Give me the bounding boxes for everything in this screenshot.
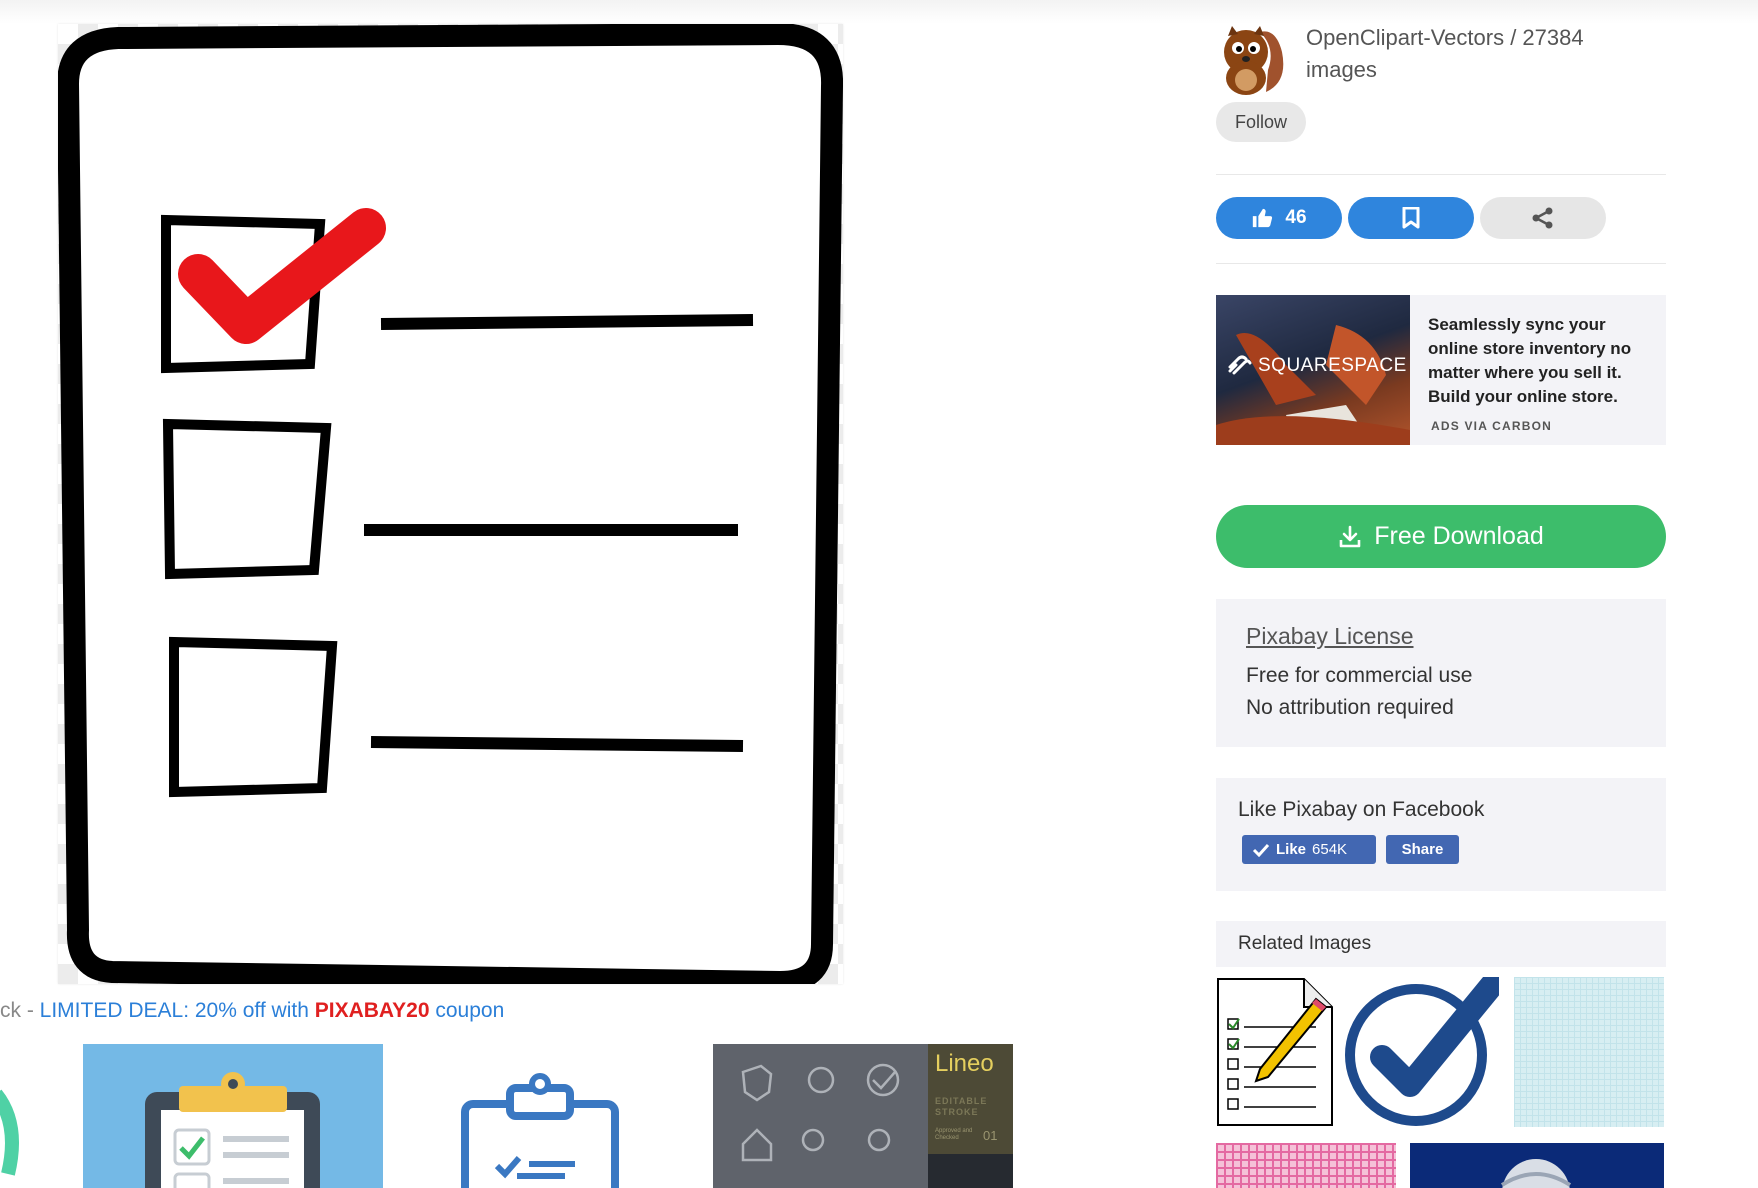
promo-prefix: ck - — [0, 999, 40, 1022]
globe-icon — [1500, 1159, 1572, 1188]
checklist-illustration — [58, 24, 843, 984]
facebook-box: Like Pixabay on Facebook Like 654K Share — [1216, 778, 1666, 891]
ad-brand-name: SQUARESPACE — [1258, 355, 1407, 376]
license-box: Pixabay License Free for commercial use … — [1216, 599, 1666, 747]
page: ck - LIMITED DEAL: 20% off with PIXABAY2… — [0, 0, 1758, 1188]
promo-deal-text[interactable]: LIMITED DEAL: 20% off with — [40, 999, 315, 1022]
author-avatar[interactable] — [1216, 22, 1288, 96]
author-name[interactable]: OpenClipart-Vectors / 27384 images — [1306, 22, 1646, 86]
facebook-share-button[interactable]: Share — [1386, 835, 1459, 864]
bookmark-icon — [1402, 207, 1420, 229]
divider — [1216, 174, 1666, 175]
share-button[interactable] — [1480, 197, 1606, 239]
license-link[interactable]: Pixabay License — [1246, 623, 1414, 650]
bookmark-button[interactable] — [1348, 197, 1474, 239]
license-line-attribution: No attribution required — [1246, 696, 1454, 719]
lineo-caption: EDITABLE STROKE — [935, 1096, 988, 1117]
promo-suffix[interactable]: coupon — [430, 999, 504, 1022]
like-button[interactable]: 46 — [1216, 197, 1342, 239]
sponsored-thumb-partial[interactable] — [0, 1044, 30, 1188]
free-download-button[interactable]: Free Download — [1216, 505, 1666, 568]
like-count: 46 — [1285, 207, 1307, 228]
leaf-icon — [0, 1089, 19, 1176]
download-label: Free Download — [1374, 522, 1544, 550]
download-icon — [1339, 525, 1361, 547]
facebook-like-button[interactable]: Like 654K — [1242, 835, 1376, 864]
related-thumb-pink-gingham[interactable] — [1216, 1143, 1396, 1188]
ad-via-carbon[interactable]: ADS VIA CARBON — [1431, 419, 1552, 433]
lineo-num: 01 — [983, 1128, 998, 1143]
sponsored-thumb-clipboard-flat[interactable] — [83, 1044, 383, 1188]
thumbs-up-icon — [1253, 208, 1273, 228]
ad-image[interactable]: SQUARESPACE — [1216, 295, 1410, 445]
lineo-sub: Approved and Checked — [935, 1128, 973, 1141]
facebook-title: Like Pixabay on Facebook — [1238, 798, 1485, 821]
checkmark-icon — [1252, 843, 1270, 857]
checklist-pencil-icon — [1217, 978, 1333, 1126]
sponsored-thumb-lineo[interactable]: Lineo EDITABLE STROKE Approved and Check… — [713, 1044, 1013, 1188]
clipboard-outline-icon — [461, 1073, 619, 1188]
facebook-like-count: 654K — [1312, 841, 1348, 858]
related-thumb-checklist-pencil[interactable] — [1216, 977, 1334, 1127]
ad-text[interactable]: Seamlessly sync your online store invent… — [1428, 313, 1650, 409]
divider — [1216, 263, 1666, 264]
related-thumb-blue-grid[interactable] — [1514, 977, 1664, 1127]
promo-banner[interactable]: ck - LIMITED DEAL: 20% off with PIXABAY2… — [0, 999, 504, 1023]
related-thumb-blue-globe[interactable] — [1410, 1143, 1664, 1188]
related-images-title: Related Images — [1238, 933, 1372, 954]
license-line-commercial: Free for commercial use — [1246, 664, 1473, 687]
share-icon — [1532, 207, 1553, 229]
related-images-header: Related Images — [1216, 921, 1666, 967]
ad-brand: SQUARESPACE — [1226, 355, 1407, 377]
clipboard-icon — [145, 1072, 320, 1188]
related-thumb-blue-checkmark[interactable] — [1344, 977, 1499, 1127]
promo-code[interactable]: PIXABAY20 — [315, 999, 430, 1022]
carbon-ad[interactable]: SQUARESPACE Seamlessly sync your online … — [1216, 295, 1666, 445]
facebook-like-label: Like — [1276, 841, 1307, 858]
sponsored-thumb-clipboard-outline[interactable] — [385, 1044, 685, 1188]
top-bar — [0, 0, 1758, 24]
follow-button[interactable]: Follow — [1216, 102, 1306, 142]
lineo-brand: Lineo — [935, 1050, 994, 1077]
squarespace-logo-icon — [1228, 355, 1252, 375]
main-image[interactable] — [58, 24, 843, 984]
circle-check-icon — [1345, 977, 1499, 1126]
